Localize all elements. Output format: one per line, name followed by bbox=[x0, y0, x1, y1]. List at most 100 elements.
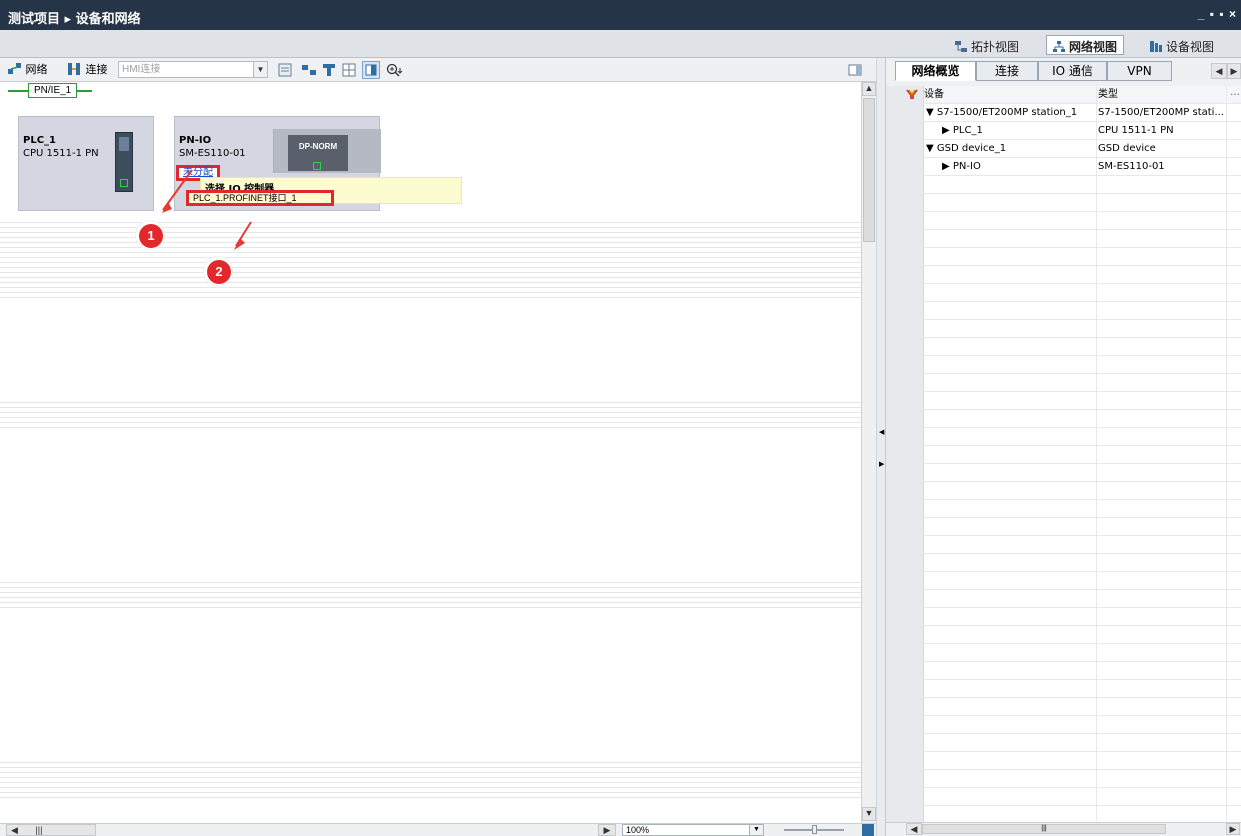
empty-row bbox=[886, 662, 1241, 680]
empty-row bbox=[886, 446, 1241, 464]
zoom-slider[interactable] bbox=[784, 825, 844, 834]
row-device: ▶ PLC_1 bbox=[942, 125, 983, 136]
empty-row bbox=[886, 356, 1241, 374]
tab-vpn[interactable]: VPN bbox=[1107, 61, 1172, 81]
scroll-left-icon[interactable]: ◀ bbox=[906, 823, 922, 835]
network-mode-button[interactable]: 网络 bbox=[8, 61, 48, 79]
panel-splitter[interactable]: ◀ ▶ bbox=[876, 58, 885, 836]
empty-row bbox=[886, 572, 1241, 590]
grid-icon[interactable] bbox=[342, 63, 356, 77]
table-row[interactable]: ▼ S7-1500/ET200MP station_1 S7-1500/ET20… bbox=[886, 104, 1241, 122]
column-more-icon[interactable]: … bbox=[1230, 84, 1240, 101]
scroll-thumb[interactable] bbox=[863, 98, 875, 242]
tab-device-label: 设备视图 bbox=[1166, 40, 1215, 54]
hmi-connection-value: HMI连接 bbox=[122, 64, 161, 75]
tab-topology-view[interactable]: 拓扑视图 bbox=[948, 35, 1026, 55]
scroll-right-icon[interactable]: ▶ bbox=[598, 824, 616, 836]
panel-horizontal-scrollbar[interactable]: ◀ ||| ▶ bbox=[886, 822, 1241, 836]
row-type: SM-ES110-01 bbox=[1098, 161, 1165, 172]
zoom-icon[interactable] bbox=[386, 63, 403, 77]
empty-row bbox=[886, 482, 1241, 500]
row-device: ▶ PN-IO bbox=[942, 161, 981, 172]
row-device: ▼ GSD device_1 bbox=[926, 143, 1007, 154]
table-row[interactable]: ▶ PN-IO SM-ES110-01 bbox=[886, 158, 1241, 176]
empty-row bbox=[886, 590, 1241, 608]
window-controls[interactable]: _ ▪ ▪ × bbox=[1198, 7, 1237, 21]
network-icon bbox=[1053, 41, 1065, 52]
overview-toggle-icon[interactable] bbox=[362, 61, 380, 79]
empty-row bbox=[886, 212, 1241, 230]
connect-tool-icon bbox=[68, 63, 82, 75]
overview-grid[interactable]: 设备 类型 … ▼ S7-1500/ET200MP station_1 S7-1… bbox=[886, 86, 1241, 836]
table-row[interactable]: ▶ PLC_1 CPU 1511-1 PN bbox=[886, 122, 1241, 140]
zoom-select[interactable]: 100% ▼ bbox=[622, 824, 764, 836]
panel-toggle-icon[interactable] bbox=[848, 63, 862, 77]
fit-view-icon[interactable] bbox=[862, 824, 874, 836]
topology-icon bbox=[955, 41, 967, 52]
scroll-down-icon[interactable]: ▼ bbox=[862, 807, 876, 821]
network-mode-label: 网络 bbox=[25, 63, 48, 76]
table-row[interactable]: ▼ GSD device_1 GSD device bbox=[886, 140, 1241, 158]
empty-row bbox=[886, 428, 1241, 446]
zoom-value: 100% bbox=[626, 825, 650, 835]
view-switch-bar: 拓扑视图 网络视图 设备视图 bbox=[0, 30, 1241, 58]
empty-row bbox=[886, 320, 1241, 338]
column-device[interactable]: 设备 bbox=[924, 86, 944, 103]
tab-connections[interactable]: 连接 bbox=[976, 61, 1038, 81]
chevron-down-icon: ▼ bbox=[749, 825, 763, 835]
canvas-vertical-scrollbar[interactable]: ▲ ▼ bbox=[861, 82, 876, 823]
port-icon[interactable] bbox=[278, 63, 292, 77]
tab-scroll-right-icon[interactable]: ▶ bbox=[1227, 63, 1241, 79]
tab-scroll-left-icon[interactable]: ◀ bbox=[1211, 63, 1227, 79]
column-type[interactable]: 类型 bbox=[1098, 86, 1118, 103]
horizontal-scrollbar[interactable]: ◀ ||| bbox=[6, 824, 96, 836]
empty-row bbox=[886, 644, 1241, 662]
row-type: CPU 1511-1 PN bbox=[1098, 125, 1174, 136]
empty-row bbox=[886, 302, 1241, 320]
empty-row bbox=[886, 626, 1241, 644]
step-marker-1: 1 bbox=[135, 220, 165, 250]
table-icon[interactable] bbox=[322, 63, 336, 77]
empty-row bbox=[886, 752, 1241, 770]
row-type: GSD device bbox=[1098, 143, 1156, 154]
empty-row bbox=[886, 518, 1241, 536]
empty-row bbox=[886, 410, 1241, 428]
empty-row bbox=[886, 608, 1241, 626]
tab-device-view[interactable]: 设备视图 bbox=[1143, 35, 1221, 55]
device-icon bbox=[1150, 41, 1162, 52]
connect-mode-button[interactable]: 连接 bbox=[68, 61, 108, 79]
scroll-up-icon[interactable]: ▲ bbox=[862, 82, 876, 96]
hmi-connection-select[interactable]: HMI连接 ▼ bbox=[118, 61, 268, 78]
network-data-icon[interactable] bbox=[302, 63, 316, 77]
empty-row bbox=[886, 716, 1241, 734]
tab-topology-label: 拓扑视图 bbox=[971, 40, 1020, 54]
empty-row bbox=[886, 230, 1241, 248]
collapse-left-icon[interactable]: ◀ bbox=[879, 428, 884, 436]
module-label: DP-NORM bbox=[298, 142, 338, 151]
empty-row bbox=[886, 500, 1241, 518]
breadcrumb: 测试项目 ▸ 设备和网络 bbox=[8, 12, 141, 27]
network-tool-icon bbox=[8, 63, 22, 75]
tab-network-view[interactable]: 网络视图 bbox=[1046, 35, 1125, 55]
empty-row bbox=[886, 374, 1241, 392]
empty-row bbox=[886, 194, 1241, 212]
tab-io-communication[interactable]: IO 通信 bbox=[1038, 61, 1107, 81]
editor-toolbar: 网络 连接 HMI连接 ▼ bbox=[0, 58, 876, 82]
annotation-arrows bbox=[162, 169, 252, 250]
empty-row bbox=[886, 734, 1241, 752]
network-canvas[interactable]: PN/IE_1 PLC_1 CPU 1511-1 PN PN-IO SM-ES1… bbox=[0, 82, 861, 823]
empty-row bbox=[886, 176, 1241, 194]
step-marker-2: 2 bbox=[203, 256, 233, 286]
empty-row bbox=[886, 788, 1241, 806]
collapse-right-icon[interactable]: ▶ bbox=[879, 460, 884, 468]
panel-scroll-thumb[interactable]: ||| bbox=[922, 824, 1166, 834]
port-icon bbox=[313, 162, 321, 170]
row-type: S7-1500/ET200MP stati... bbox=[1098, 107, 1224, 118]
title-bar: 测试项目 ▸ 设备和网络 _ ▪ ▪ × bbox=[0, 0, 1241, 30]
empty-row bbox=[886, 770, 1241, 788]
chevron-down-icon: ▼ bbox=[253, 62, 267, 77]
scroll-right-icon[interactable]: ▶ bbox=[1226, 823, 1240, 835]
empty-row bbox=[886, 464, 1241, 482]
tab-network-overview[interactable]: 网络概览 bbox=[895, 61, 976, 81]
empty-row bbox=[886, 536, 1241, 554]
